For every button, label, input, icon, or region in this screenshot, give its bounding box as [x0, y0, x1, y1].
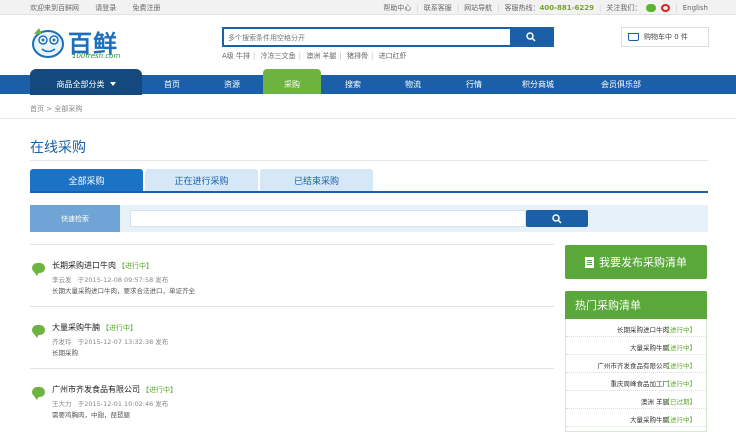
item-title-link[interactable]: 长期采购进口牛肉 — [52, 261, 116, 270]
main-nav: 商品全部分类 首页 资源 采购 搜索 物流 行情 积分商城 会员俱乐部 — [0, 69, 736, 95]
top-bar: 欢迎来到百鲜网 请登录 免费注册 帮助中心 | 联系客服 | 网站导航 | 客服… — [0, 0, 736, 15]
chat-bubble-icon — [32, 387, 45, 400]
hot-item-name[interactable]: 长期采购进口牛肉 — [617, 324, 669, 334]
tab-ongoing-purchases[interactable]: 正在进行采购 — [145, 169, 258, 191]
quick-search-bar: 快速检索 — [30, 205, 708, 232]
site-logo[interactable]: 百鲜 100fresh.com — [30, 22, 140, 66]
nav-item-market[interactable]: 行情 — [445, 75, 503, 94]
list-item: 广州市齐发食品有限公司 【进行中】 王大力 于2015-12-01 10:02:4… — [30, 368, 554, 431]
item-author: 李云发 — [52, 276, 72, 284]
status-badge: 【进行中】 — [663, 326, 697, 334]
item-author: 齐发玲 — [52, 338, 72, 346]
list-item: 大量采购牛腩 【进行中】 齐发玲 于2015-12-07 13:32:38 发布 … — [30, 306, 554, 369]
tab-ended-purchases[interactable]: 已结束采购 — [260, 169, 373, 191]
search-button[interactable] — [510, 29, 552, 45]
status-badge: 【已过期】 — [663, 398, 697, 406]
all-categories-button[interactable]: 商品全部分类 — [30, 69, 142, 95]
item-title-link[interactable]: 大量采购牛腩 — [52, 323, 100, 332]
status-badge: 【进行中】 — [663, 380, 697, 388]
list-item: 长期采购进口牛肉 【进行中】 李云发 于2015-12-08 09:57:58 发… — [30, 244, 554, 307]
page-title: 在线采购 — [30, 140, 86, 156]
follow-us-label: 关注我们： — [606, 4, 642, 12]
publish-purchase-button[interactable]: 我要发布采购清单 — [565, 245, 707, 279]
nav-item-purchase[interactable]: 采购 — [263, 69, 321, 94]
hot-item-name[interactable]: 重庆周峰食品加工厂 — [611, 378, 670, 388]
quick-search-label: 快速检索 — [30, 205, 120, 232]
hot-purchase-title: 热门采购清单 — [565, 291, 707, 319]
quick-search-button[interactable] — [526, 210, 588, 227]
nav-item-points-mall[interactable]: 积分商城 — [505, 75, 571, 94]
cart-label: 购物车中 0 件 — [644, 33, 688, 41]
hotline-number: 400-881-6229 — [539, 4, 594, 12]
wechat-icon[interactable] — [646, 4, 657, 12]
hot-keyword[interactable]: A级 牛排 — [222, 52, 250, 60]
item-author: 王大力 — [52, 400, 72, 408]
welcome-text: 欢迎来到百鲜网 — [30, 4, 79, 12]
chevron-down-icon — [109, 82, 116, 86]
nav-item-home[interactable]: 首页 — [143, 75, 201, 94]
hot-keyword[interactable]: 澳洲 羊腿 — [306, 52, 336, 60]
document-icon — [585, 256, 594, 268]
status-badge: 【进行中】 — [102, 324, 137, 332]
hot-purchase-row[interactable]: 澳洲 羊腿 【已过期】 — [566, 391, 706, 409]
english-link[interactable]: English — [683, 4, 708, 12]
fish-mascot-icon — [32, 28, 64, 58]
item-description: 需要鸡胸肉，中翅，琵琶腿 — [52, 411, 130, 419]
status-badge: 【进行中】 — [663, 362, 697, 370]
status-badge: 【进行中】 — [142, 386, 177, 394]
divider — [0, 118, 736, 119]
hot-purchase-row[interactable]: 大量采购牛腩 【进行中】 — [566, 409, 706, 427]
item-title-link[interactable]: 广州市齐发食品有限公司 — [52, 385, 140, 394]
contact-service-link[interactable]: 联系客服 — [424, 3, 452, 13]
item-time: 于2015-12-07 13:32:38 发布 — [77, 338, 169, 346]
status-badge: 【进行中】 — [663, 344, 697, 352]
hot-purchase-row[interactable]: 大量采购牛腩 【进行中】 — [566, 337, 706, 355]
item-description: 长期大量采购进口牛肉，要求合法进口，单证齐全 — [52, 287, 195, 295]
item-description: 长期采购 — [52, 349, 78, 357]
nav-item-logistics[interactable]: 物流 — [384, 75, 442, 94]
hot-purchase-row[interactable]: 广州市齐发食品有限公司 【进行中】 — [566, 355, 706, 373]
breadcrumb-current: 全部采购 — [54, 105, 83, 113]
hot-item-name[interactable]: 广州市齐发食品有限公司 — [598, 360, 670, 370]
status-badge: 【进行中】 — [118, 262, 153, 270]
search-box — [222, 27, 554, 47]
cart-button[interactable]: 购物车中 0 件 — [621, 27, 709, 47]
status-badge: 【进行中】 — [663, 416, 697, 424]
tab-all-purchases[interactable]: 全部采购 — [30, 169, 143, 191]
chat-bubble-icon — [32, 263, 45, 276]
search-icon — [526, 32, 536, 42]
purchase-tabs: 全部采购 正在进行采购 已结束采购 — [30, 169, 708, 193]
breadcrumb: 首页 > 全部采购 — [30, 105, 83, 113]
hot-purchase-row[interactable]: 长期采购进口牛肉 【进行中】 — [566, 319, 706, 337]
item-time: 于2015-12-01 10:02:46 发布 — [77, 400, 169, 408]
nav-item-member-club[interactable]: 会员俱乐部 — [585, 75, 657, 94]
hot-keyword[interactable]: 猪排骨 — [347, 52, 368, 60]
hot-keyword[interactable]: 进口红虾 — [379, 52, 407, 60]
hot-purchase-row[interactable]: 重庆周峰食品加工厂 【进行中】 — [566, 373, 706, 391]
quick-search-input[interactable] — [130, 210, 526, 227]
sitemap-link[interactable]: 网站导航 — [464, 3, 492, 13]
chat-bubble-icon — [32, 325, 45, 338]
breadcrumb-home[interactable]: 首页 — [30, 105, 44, 113]
help-center-link[interactable]: 帮助中心 — [383, 3, 411, 13]
all-categories-label: 商品全部分类 — [56, 79, 105, 89]
publish-label: 我要发布采购清单 — [599, 256, 687, 269]
hot-keyword[interactable]: 冷冻三文鱼 — [261, 52, 296, 60]
login-link[interactable]: 请登录 — [95, 4, 116, 12]
nav-item-search[interactable]: 搜索 — [324, 75, 382, 94]
nav-item-resources[interactable]: 资源 — [203, 75, 261, 94]
logo-subtitle: 100fresh.com — [72, 52, 121, 60]
hot-purchase-panel: 热门采购清单 长期采购进口牛肉 【进行中】 大量采购牛腩 【进行中】 广州市齐发… — [565, 291, 707, 432]
register-link[interactable]: 免费注册 — [132, 4, 160, 12]
item-time: 于2015-12-08 09:57:58 发布 — [77, 276, 169, 284]
hot-keywords: A级 牛排 | 冷冻三文鱼 | 澳洲 羊腿 | 猪排骨 | 进口红虾 — [222, 52, 407, 60]
cart-icon — [628, 33, 639, 41]
divider — [30, 160, 708, 161]
weibo-icon[interactable] — [661, 4, 671, 12]
hotline-label: 客服热线： — [504, 4, 540, 12]
search-input[interactable] — [228, 31, 508, 44]
search-icon — [552, 213, 562, 224]
